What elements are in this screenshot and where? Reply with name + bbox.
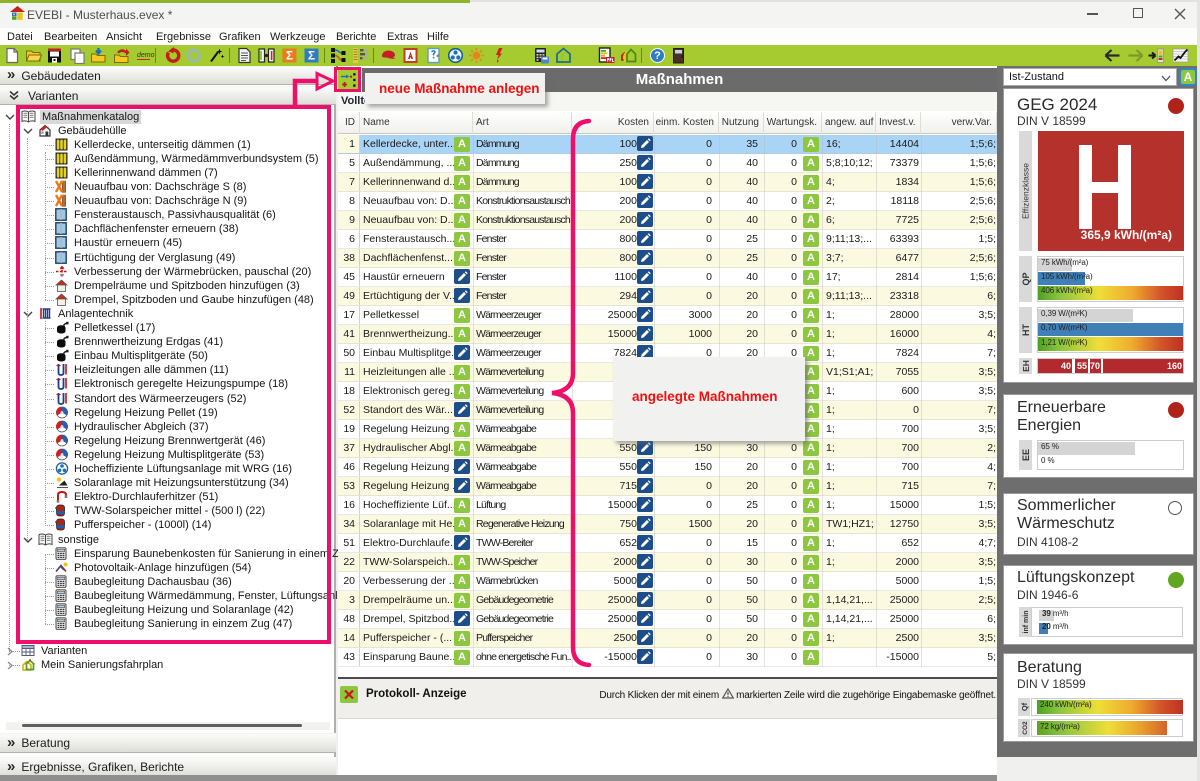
svg-text:inf min: inf min <box>1023 611 1030 634</box>
svg-text:Effizienzklasse: Effizienzklasse <box>1021 163 1031 219</box>
svg-text:Qf: Qf <box>1020 702 1029 711</box>
svg-text:Σ: Σ <box>286 49 293 63</box>
svg-text:Σ: Σ <box>308 49 315 63</box>
svg-text:HT: HT <box>1021 324 1031 336</box>
svg-text:?: ? <box>654 50 661 62</box>
svg-text:EH: EH <box>1021 360 1031 372</box>
svg-text:CO2: CO2 <box>1022 721 1029 735</box>
svg-text:QP: QP <box>1021 272 1031 285</box>
svg-text:EE: EE <box>1021 449 1031 461</box>
